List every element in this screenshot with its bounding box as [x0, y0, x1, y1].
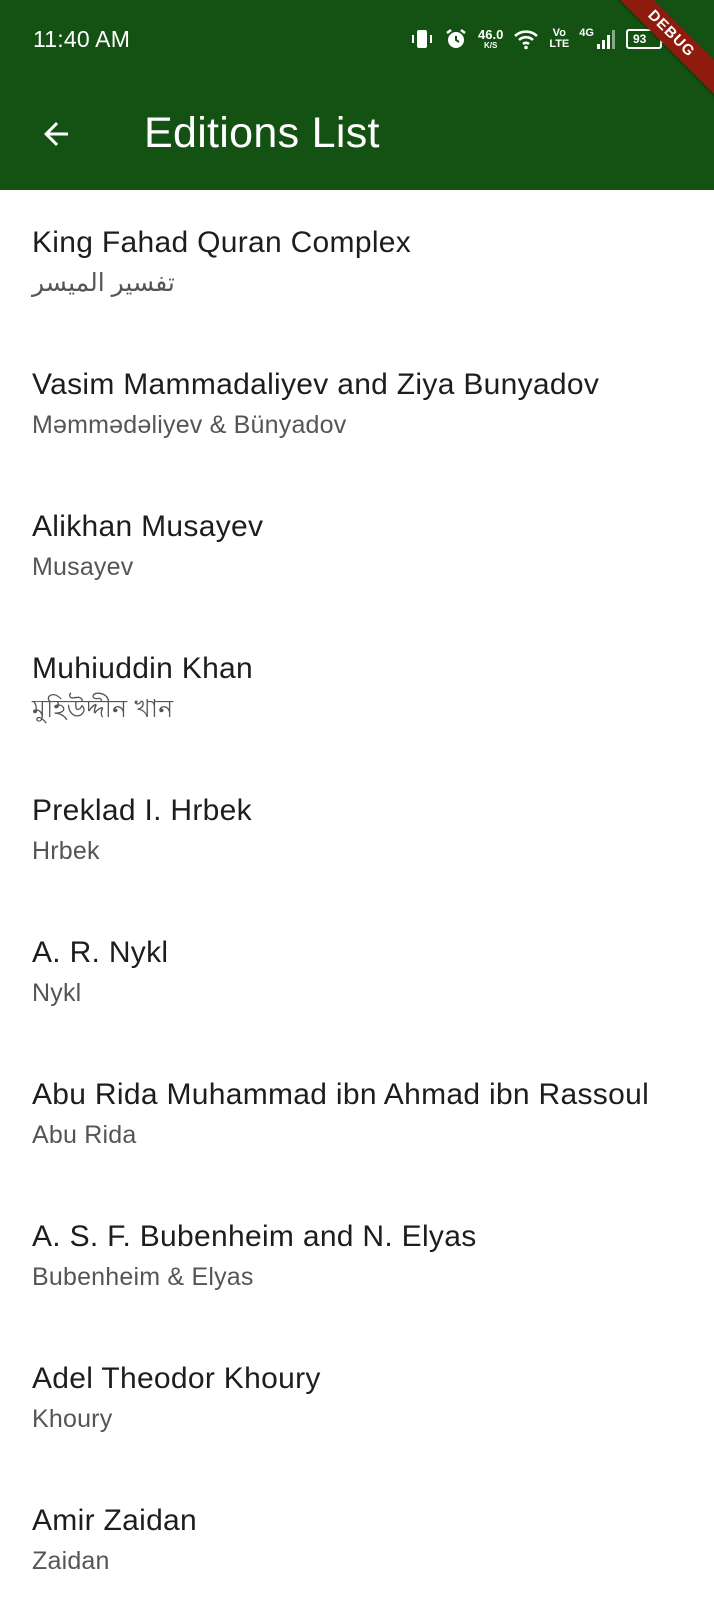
wifi-icon [513, 28, 539, 50]
edition-name: A. S. F. Bubenheim and N. Elyas [32, 1220, 477, 1253]
edition-short-name: تفسير الميسر [32, 269, 175, 297]
list-item-edition[interactable]: Amir Zaidan Zaidan [0, 1468, 714, 1610]
edition-short-name: Zaidan [32, 1547, 110, 1575]
back-button[interactable] [30, 108, 82, 160]
list-item-edition[interactable]: Adel Theodor Khoury Khoury [0, 1326, 714, 1468]
list-item-edition[interactable]: Abu Rida Muhammad ibn Ahmad ibn Rassoul … [0, 1042, 714, 1184]
network-speed-unit: K/S [483, 41, 498, 50]
page-title: Editions List [144, 109, 380, 157]
status-bar: 11:40 AM 46.0 K/S Vo LTE 4G 93 [0, 0, 714, 80]
edition-short-name: Bubenheim & Elyas [32, 1263, 254, 1291]
volte-indicator: Vo LTE [549, 28, 569, 50]
list-item-edition[interactable]: A. R. Nykl Nykl [0, 900, 714, 1042]
edition-short-name: Musayev [32, 553, 134, 581]
edition-short-name: Nykl [32, 979, 82, 1007]
status-time: 11:40 AM [33, 26, 131, 52]
network-speed: 46.0 K/S [478, 28, 503, 50]
vibrate-icon [410, 28, 434, 50]
editions-list: King Fahad Quran Complex تفسير الميسر Va… [0, 190, 714, 1610]
edition-name: Muhiuddin Khan [32, 652, 254, 685]
list-item-edition[interactable]: A. S. F. Bubenheim and N. Elyas Bubenhei… [0, 1184, 714, 1326]
battery-level: 93 [632, 32, 647, 46]
network-speed-value: 46.0 [478, 27, 504, 42]
edition-name: Preklad I. Hrbek [32, 794, 252, 827]
edition-short-name: মুহিউদ্দীন খান [32, 695, 174, 723]
edition-short-name: Khoury [32, 1405, 113, 1433]
edition-name: Amir Zaidan [32, 1504, 198, 1537]
list-item-edition[interactable]: King Fahad Quran Complex تفسير الميسر [0, 190, 714, 332]
alarm-icon [444, 27, 468, 51]
network-type: 4G [579, 27, 594, 39]
edition-name: King Fahad Quran Complex [32, 226, 412, 259]
status-icons: 46.0 K/S Vo LTE 4G 93 [410, 24, 665, 54]
volte-bottom: LTE [549, 38, 570, 50]
edition-short-name: Abu Rida [32, 1121, 137, 1149]
edition-name: A. R. Nykl [32, 936, 169, 969]
arrow-back-icon [44, 122, 68, 146]
list-item-edition[interactable]: Muhiuddin Khan মুহিউদ্দীন খান [0, 616, 714, 758]
list-item-edition[interactable]: Preklad I. Hrbek Hrbek [0, 758, 714, 900]
edition-name: Alikhan Musayev [32, 510, 264, 543]
app-bar: 11:40 AM 46.0 K/S Vo LTE 4G 93 DEBUG Edi… [0, 0, 714, 190]
list-item-edition[interactable]: Alikhan Musayev Musayev [0, 474, 714, 616]
list-item-edition[interactable]: Vasim Mammadaliyev and Ziya Bunyadov Məm… [0, 332, 714, 474]
edition-name: Abu Rida Muhammad ibn Ahmad ibn Rassoul [32, 1078, 650, 1111]
edition-short-name: Hrbek [32, 837, 100, 865]
signal-icon [596, 28, 616, 50]
edition-short-name: Məmmədəliyev & Bünyadov [32, 411, 347, 439]
edition-name: Adel Theodor Khoury [32, 1362, 321, 1395]
edition-name: Vasim Mammadaliyev and Ziya Bunyadov [32, 368, 600, 401]
